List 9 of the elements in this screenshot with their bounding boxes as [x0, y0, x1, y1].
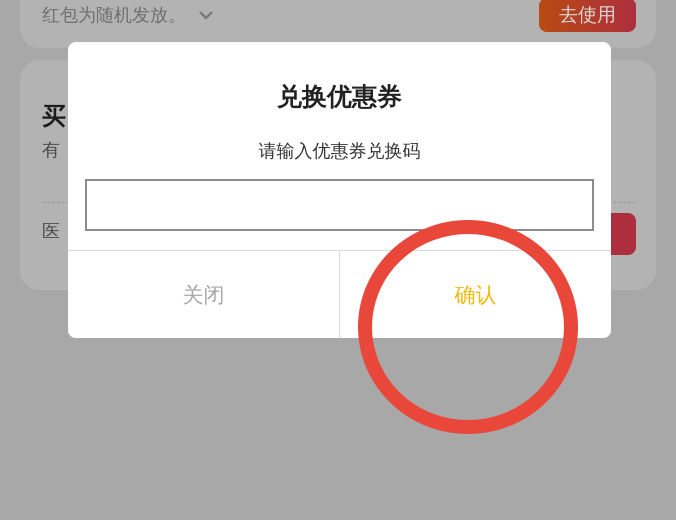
chevron-down-icon[interactable] — [198, 10, 214, 20]
use-button[interactable]: 去使用 — [539, 0, 636, 32]
card-footer-text: 医 — [42, 220, 60, 243]
card-title: 买 — [42, 101, 66, 132]
dialog-title: 兑换优惠券 — [277, 81, 402, 113]
prompt-text: 请输入优惠券兑换码 — [258, 140, 420, 163]
note-text: 红包为随机发放。 — [42, 4, 186, 27]
code-field[interactable] — [85, 179, 594, 231]
card-text: 有 — [42, 139, 60, 162]
